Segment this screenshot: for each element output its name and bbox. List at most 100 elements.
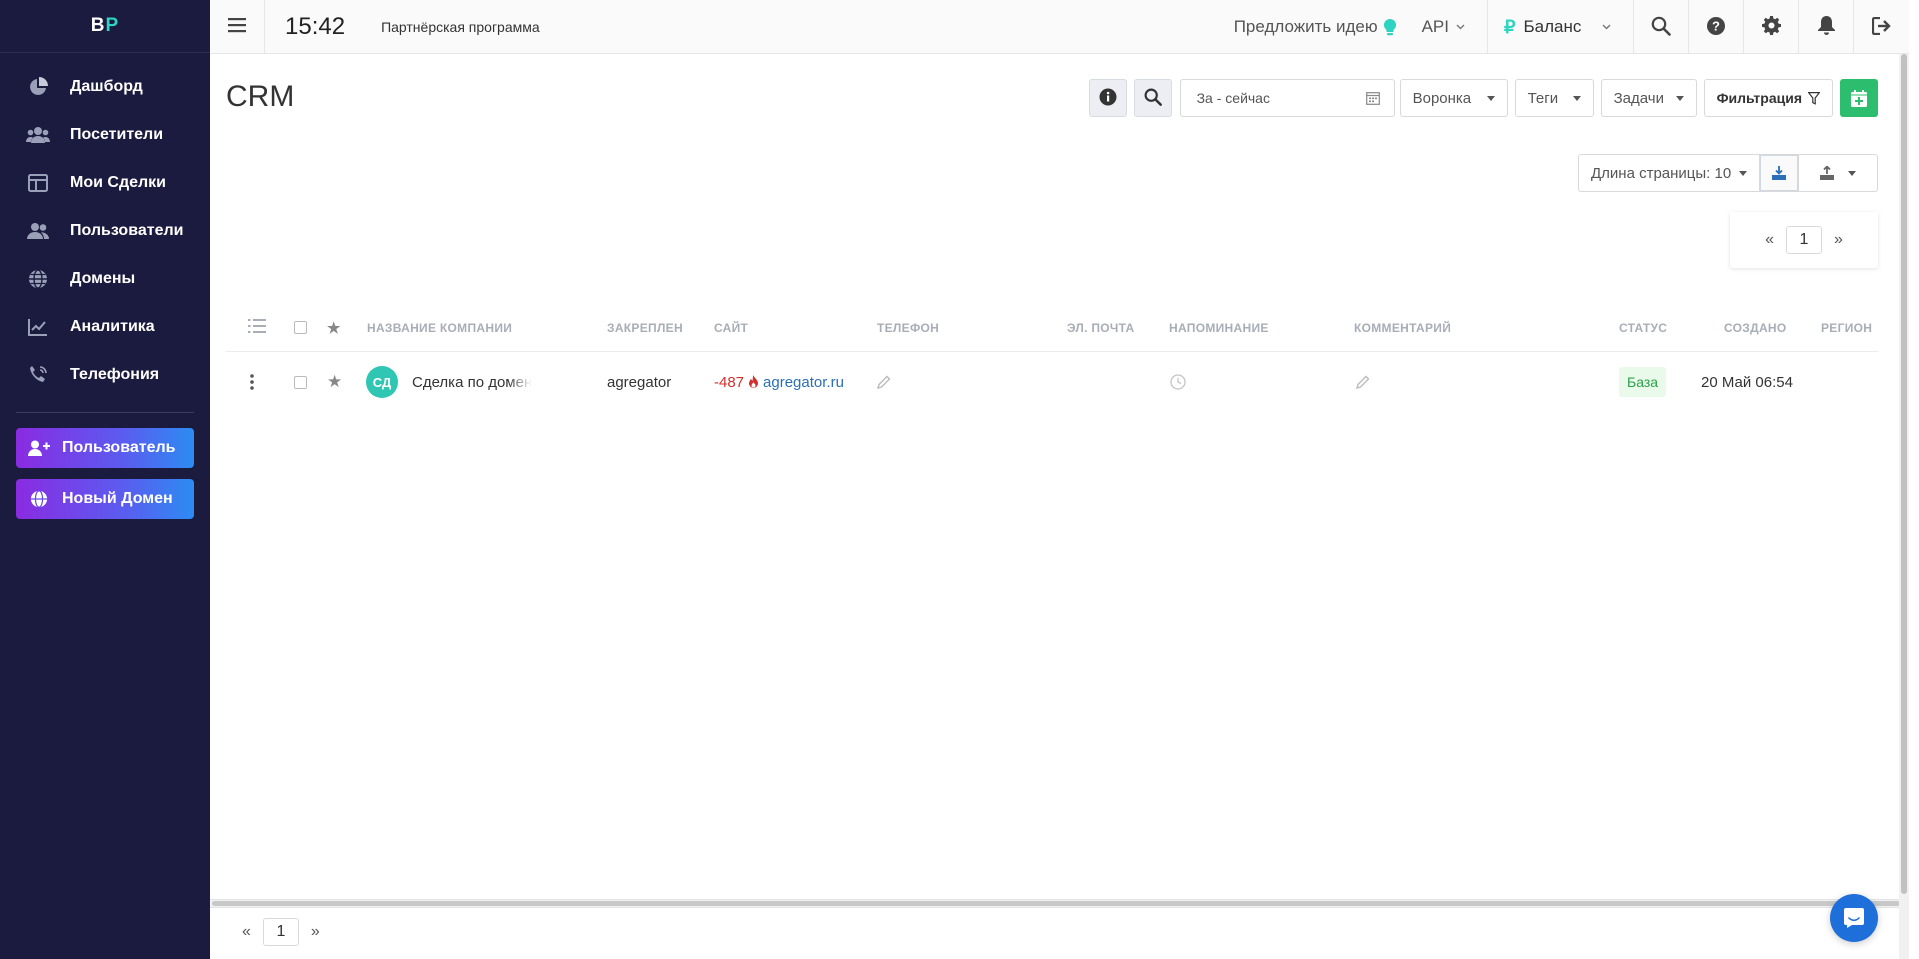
pagination-current[interactable]: 1 — [262, 918, 299, 946]
globe-icon — [28, 490, 50, 508]
clock: 15:42 — [285, 12, 346, 40]
users-icon — [26, 221, 50, 241]
funnel-dropdown[interactable]: Воронка — [1399, 79, 1508, 117]
tasks-label: Задачи — [1613, 89, 1664, 107]
date-range-input[interactable]: За - сейчас — [1179, 79, 1395, 117]
svg-text:?: ? — [1712, 18, 1720, 33]
sidebar-item-visitors[interactable]: Посетители — [0, 111, 210, 159]
sidebar-item-label: Дашборд — [70, 78, 143, 95]
column-status[interactable]: Статус — [1619, 321, 1667, 335]
pagination-next[interactable]: » — [311, 923, 320, 941]
api-dropdown[interactable]: API — [1422, 17, 1465, 37]
sidebar-item-telephony[interactable]: Телефония — [0, 351, 210, 399]
caret-down-icon — [1572, 95, 1581, 101]
logo[interactable]: BP — [0, 0, 210, 53]
table-header: ★ Название компании Закреплен Сайт Телеф… — [226, 304, 1878, 352]
info-button[interactable] — [1088, 79, 1127, 117]
settings-button[interactable] — [1744, 0, 1799, 54]
search-toggle-button[interactable] — [1133, 79, 1172, 117]
filter-label: Фильтрация — [1716, 90, 1802, 106]
column-comment[interactable]: Комментарий — [1354, 321, 1451, 335]
funnel-label: Воронка — [1412, 89, 1472, 107]
calendar-icon — [1365, 91, 1380, 105]
visitors-icon — [26, 125, 50, 145]
horizontal-scrollbar[interactable] — [210, 899, 1905, 908]
pagination-prev[interactable]: « — [242, 923, 251, 941]
reminder-clock-icon[interactable] — [1170, 352, 1186, 412]
globe-icon — [26, 269, 50, 289]
export-dropdown[interactable] — [1799, 154, 1878, 192]
help-button[interactable]: ? — [1689, 0, 1744, 54]
row-actions-button[interactable] — [250, 352, 254, 412]
scroll-thumb[interactable] — [212, 901, 1900, 906]
filter-button[interactable]: Фильтрация — [1703, 79, 1833, 117]
logout-button[interactable] — [1854, 0, 1909, 54]
sidebar-item-domains[interactable]: Домены — [0, 255, 210, 303]
checkbox[interactable] — [294, 321, 307, 334]
column-site[interactable]: Сайт — [714, 321, 748, 335]
tags-dropdown[interactable]: Теги — [1514, 79, 1594, 117]
column-settings-icon[interactable] — [248, 318, 266, 337]
column-region[interactable]: Регион — [1821, 321, 1872, 335]
tags-label: Теги — [1527, 89, 1559, 107]
bell-icon — [1817, 16, 1835, 38]
suggest-idea-link[interactable]: Предложить идею — [1234, 17, 1396, 37]
select-all-checkbox[interactable] — [294, 321, 307, 334]
column-company[interactable]: Название компании — [367, 321, 512, 335]
caret-down-icon — [1739, 170, 1747, 176]
crm-toolbar: За - сейчас Воронка Теги Задачи Фильтрац… — [1088, 79, 1878, 117]
sidebar-item-dashboard[interactable]: Дашборд — [0, 63, 210, 111]
sidebar-item-deals[interactable]: Мои Сделки — [0, 159, 210, 207]
pagination-bottom: « 1 » — [242, 918, 320, 946]
chat-bubble-icon — [1843, 907, 1865, 929]
status-cell: База — [1619, 352, 1667, 412]
column-phone[interactable]: Телефон — [877, 321, 939, 335]
suggest-idea-label: Предложить идею — [1233, 17, 1378, 36]
sidebar-item-analytics[interactable]: Аналитика — [0, 303, 210, 351]
star-icon[interactable]: ★ — [327, 319, 341, 337]
edit-comment-icon[interactable] — [1356, 352, 1370, 412]
status-badge[interactable]: База — [1619, 367, 1667, 397]
add-deal-button[interactable] — [1840, 79, 1878, 117]
add-user-button[interactable]: Пользователь — [16, 428, 194, 468]
column-email[interactable]: Эл. почта — [1067, 321, 1135, 335]
fire-icon — [748, 375, 759, 389]
sidebar-item-label: Посетители — [70, 126, 164, 143]
vertical-scrollbar[interactable] — [1899, 54, 1909, 959]
row-checkbox[interactable] — [294, 375, 307, 389]
import-icon — [1772, 166, 1786, 180]
pagination-current[interactable]: 1 — [1786, 226, 1822, 254]
partner-program-link[interactable]: Партнёрская программа — [381, 19, 540, 35]
edit-phone-icon[interactable] — [877, 352, 891, 412]
site-link[interactable]: agregator.ru — [763, 374, 844, 391]
hamburger-icon — [228, 17, 246, 36]
notifications-button[interactable] — [1799, 0, 1854, 54]
search-button[interactable] — [1634, 0, 1689, 54]
calendar-plus-icon — [1851, 89, 1867, 107]
sidebar-item-label: Домены — [70, 270, 136, 287]
column-assigned[interactable]: Закреплен — [607, 321, 683, 335]
row-checkbox-cell — [294, 352, 307, 412]
search-icon — [1144, 88, 1162, 109]
import-button[interactable] — [1760, 154, 1799, 192]
new-domain-button[interactable]: Новый Домен — [16, 479, 194, 519]
topbar: 15:42 Партнёрская программа Предложить и… — [210, 0, 1909, 54]
column-reminder[interactable]: Напоминание — [1169, 321, 1269, 335]
favorite-star-icon[interactable]: ★ — [327, 352, 342, 412]
support-chat-button[interactable] — [1830, 894, 1878, 942]
logout-icon — [1871, 16, 1892, 38]
tasks-dropdown[interactable]: Задачи — [1600, 79, 1697, 117]
menu-toggle-button[interactable] — [210, 0, 265, 54]
avatar: СД — [366, 366, 398, 398]
new-domain-label: Новый Домен — [62, 490, 173, 507]
page-title: CRM — [226, 80, 295, 113]
balance-dropdown[interactable]: ₽ Баланс — [1487, 0, 1634, 54]
company-name[interactable]: Сделка по домену — [412, 374, 532, 391]
analytics-icon — [26, 317, 50, 337]
column-created[interactable]: Создано — [1724, 321, 1787, 335]
pagination-prev[interactable]: « — [1765, 231, 1774, 249]
page-length-dropdown[interactable]: Длина страницы: 10 — [1578, 154, 1760, 192]
sidebar-item-users[interactable]: Пользователи — [0, 207, 210, 255]
pagination-next[interactable]: » — [1834, 231, 1843, 249]
scroll-thumb[interactable] — [1901, 54, 1907, 894]
